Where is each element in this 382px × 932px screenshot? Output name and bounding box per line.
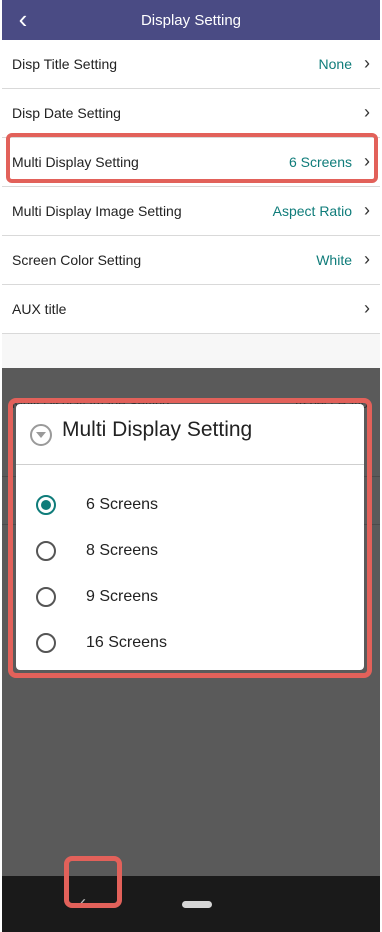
row-label: Multi Display Image Setting	[12, 203, 182, 219]
system-nav-bar: ‹	[2, 876, 380, 932]
row-label: AUX title	[12, 301, 67, 317]
chevron-right-icon: ›	[364, 102, 370, 122]
chevron-right-icon: ›	[364, 200, 370, 220]
row-label: Disp Title Setting	[12, 56, 118, 72]
chevron-right-icon: ›	[364, 53, 370, 73]
row-label: Disp Date Setting	[12, 105, 121, 121]
chevron-right-icon: ›	[364, 298, 370, 318]
row-value: None	[318, 56, 352, 72]
row-value: White	[316, 252, 352, 268]
row-label: Screen Color Setting	[12, 252, 142, 268]
settings-row-disp-title[interactable]: Disp Title Setting None ›	[2, 40, 380, 89]
nav-home-pill-icon[interactable]	[182, 901, 212, 908]
row-value: Aspect Ratio	[272, 203, 352, 219]
multi-display-row-highlight	[6, 133, 378, 183]
app-bar: ‹ Display Setting	[2, 0, 380, 40]
settings-row-multi-display-image[interactable]: Multi Display Image Setting Aspect Ratio…	[2, 187, 380, 236]
chevron-right-icon: ›	[364, 249, 370, 269]
settings-list: Disp Title Setting None › Disp Date Sett…	[2, 40, 380, 334]
page-title: Display Setting	[140, 12, 242, 29]
settings-row-disp-date[interactable]: Disp Date Setting ›	[2, 89, 380, 138]
nav-back-highlight	[64, 856, 122, 908]
dialog-highlight	[8, 398, 372, 678]
display-setting-screen: ‹ Display Setting Disp Title Setting Non…	[2, 0, 380, 368]
phone-screen-composite: ‹ Display Setting Disp Title Setting Non…	[0, 0, 382, 932]
settings-row-aux-title[interactable]: AUX title ›	[2, 285, 380, 334]
multi-display-dialog-screen: Multi Display Image Setting Aspect Ratio…	[2, 368, 380, 932]
settings-row-screen-color[interactable]: Screen Color Setting White ›	[2, 236, 380, 285]
